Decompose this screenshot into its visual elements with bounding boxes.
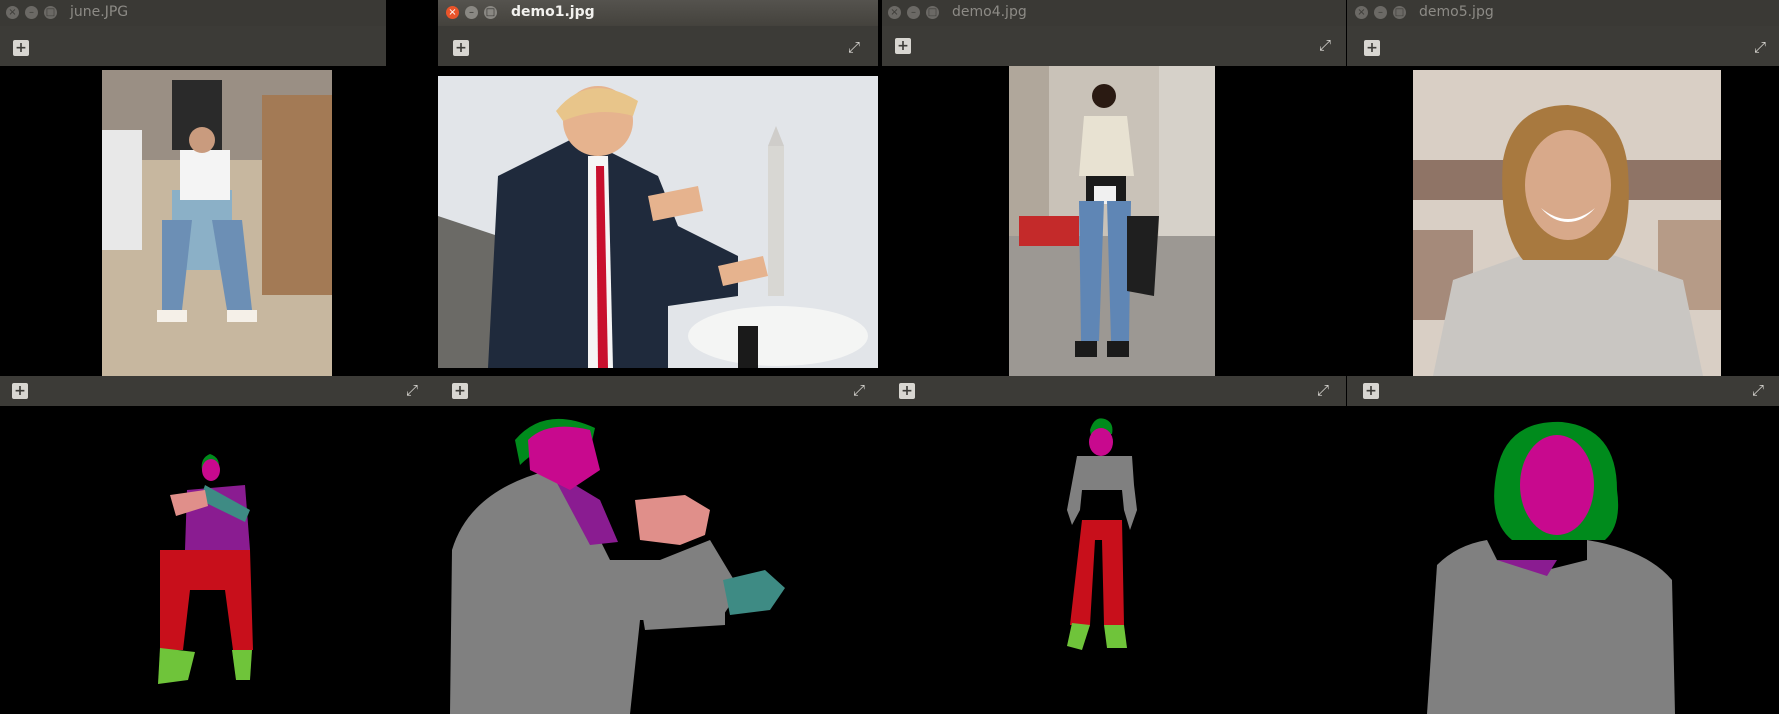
segmentation-mask-demo1 [440,410,882,714]
maximize-icon[interactable]: □ [484,6,497,19]
window-demo1-result[interactable]: + ⤢ [440,376,882,714]
add-image-icon[interactable]: + [1363,383,1379,399]
photo-demo1 [438,76,878,368]
window-june-result[interactable]: + ⤢ [0,376,440,714]
maximize-icon[interactable]: □ [44,6,57,19]
window-title: demo4.jpg [952,4,1027,20]
fullscreen-icon[interactable]: ⤢ [845,38,863,56]
fullscreen-icon[interactable]: ⤢ [1751,38,1769,56]
toolbar: + ⤢ [0,376,440,406]
toolbar: + ⤢ [1347,26,1779,66]
close-icon[interactable]: × [888,6,901,19]
minimize-icon[interactable]: – [907,6,920,19]
window-june[interactable]: × – □ june.JPG + ⤢ [0,0,386,382]
maximize-icon[interactable]: □ [926,6,939,19]
window-demo5[interactable]: × – □ demo5.jpg + ⤢ [1347,0,1779,382]
window-demo1[interactable]: × – □ demo1.jpg + ⤢ [438,0,878,376]
add-image-icon[interactable]: + [12,383,28,399]
title-bar[interactable]: × – □ demo1.jpg [438,0,878,26]
add-image-icon[interactable]: + [1364,40,1380,56]
toolbar: + ⤢ [1347,376,1779,406]
segmentation-mask-june [0,410,440,714]
toolbar: + ⤢ [882,376,1346,406]
toolbar: + ⤢ [440,376,882,406]
minimize-icon[interactable]: – [1374,6,1387,19]
minimize-icon[interactable]: – [25,6,38,19]
add-image-icon[interactable]: + [13,40,29,56]
window-title: june.JPG [70,4,129,20]
fullscreen-icon[interactable]: ⤢ [1314,381,1332,399]
segmentation-mask-demo5 [1347,410,1779,714]
title-bar[interactable]: × – □ demo5.jpg [1347,0,1779,26]
photo-june [102,70,332,376]
maximize-icon[interactable]: □ [1393,6,1406,19]
add-image-icon[interactable]: + [453,40,469,56]
toolbar: + ⤢ [0,26,386,66]
photo-demo5 [1413,70,1721,376]
close-icon[interactable]: × [6,6,19,19]
fullscreen-icon[interactable]: ⤢ [403,381,421,399]
window-title: demo1.jpg [511,4,595,20]
window-demo4[interactable]: × – □ demo4.jpg + ⤢ [882,0,1346,382]
photo-demo4 [1009,66,1215,376]
fullscreen-icon[interactable]: ⤢ [1749,381,1767,399]
window-demo4-result[interactable]: + ⤢ [882,376,1346,714]
segmentation-mask-demo4 [882,410,1346,714]
fullscreen-icon[interactable]: ⤢ [850,381,868,399]
close-icon[interactable]: × [1355,6,1368,19]
close-icon[interactable]: × [446,6,459,19]
fullscreen-icon[interactable]: ⤢ [1316,36,1334,54]
window-title: demo5.jpg [1419,4,1494,20]
minimize-icon[interactable]: – [465,6,478,19]
window-demo5-result[interactable]: + ⤢ [1347,376,1779,714]
add-image-icon[interactable]: + [899,383,915,399]
add-image-icon[interactable]: + [452,383,468,399]
toolbar: + ⤢ [882,26,1346,66]
title-bar[interactable]: × – □ demo4.jpg [882,0,1346,26]
add-image-icon[interactable]: + [895,38,911,54]
title-bar[interactable]: × – □ june.JPG [0,0,386,26]
toolbar: + ⤢ [438,26,878,66]
